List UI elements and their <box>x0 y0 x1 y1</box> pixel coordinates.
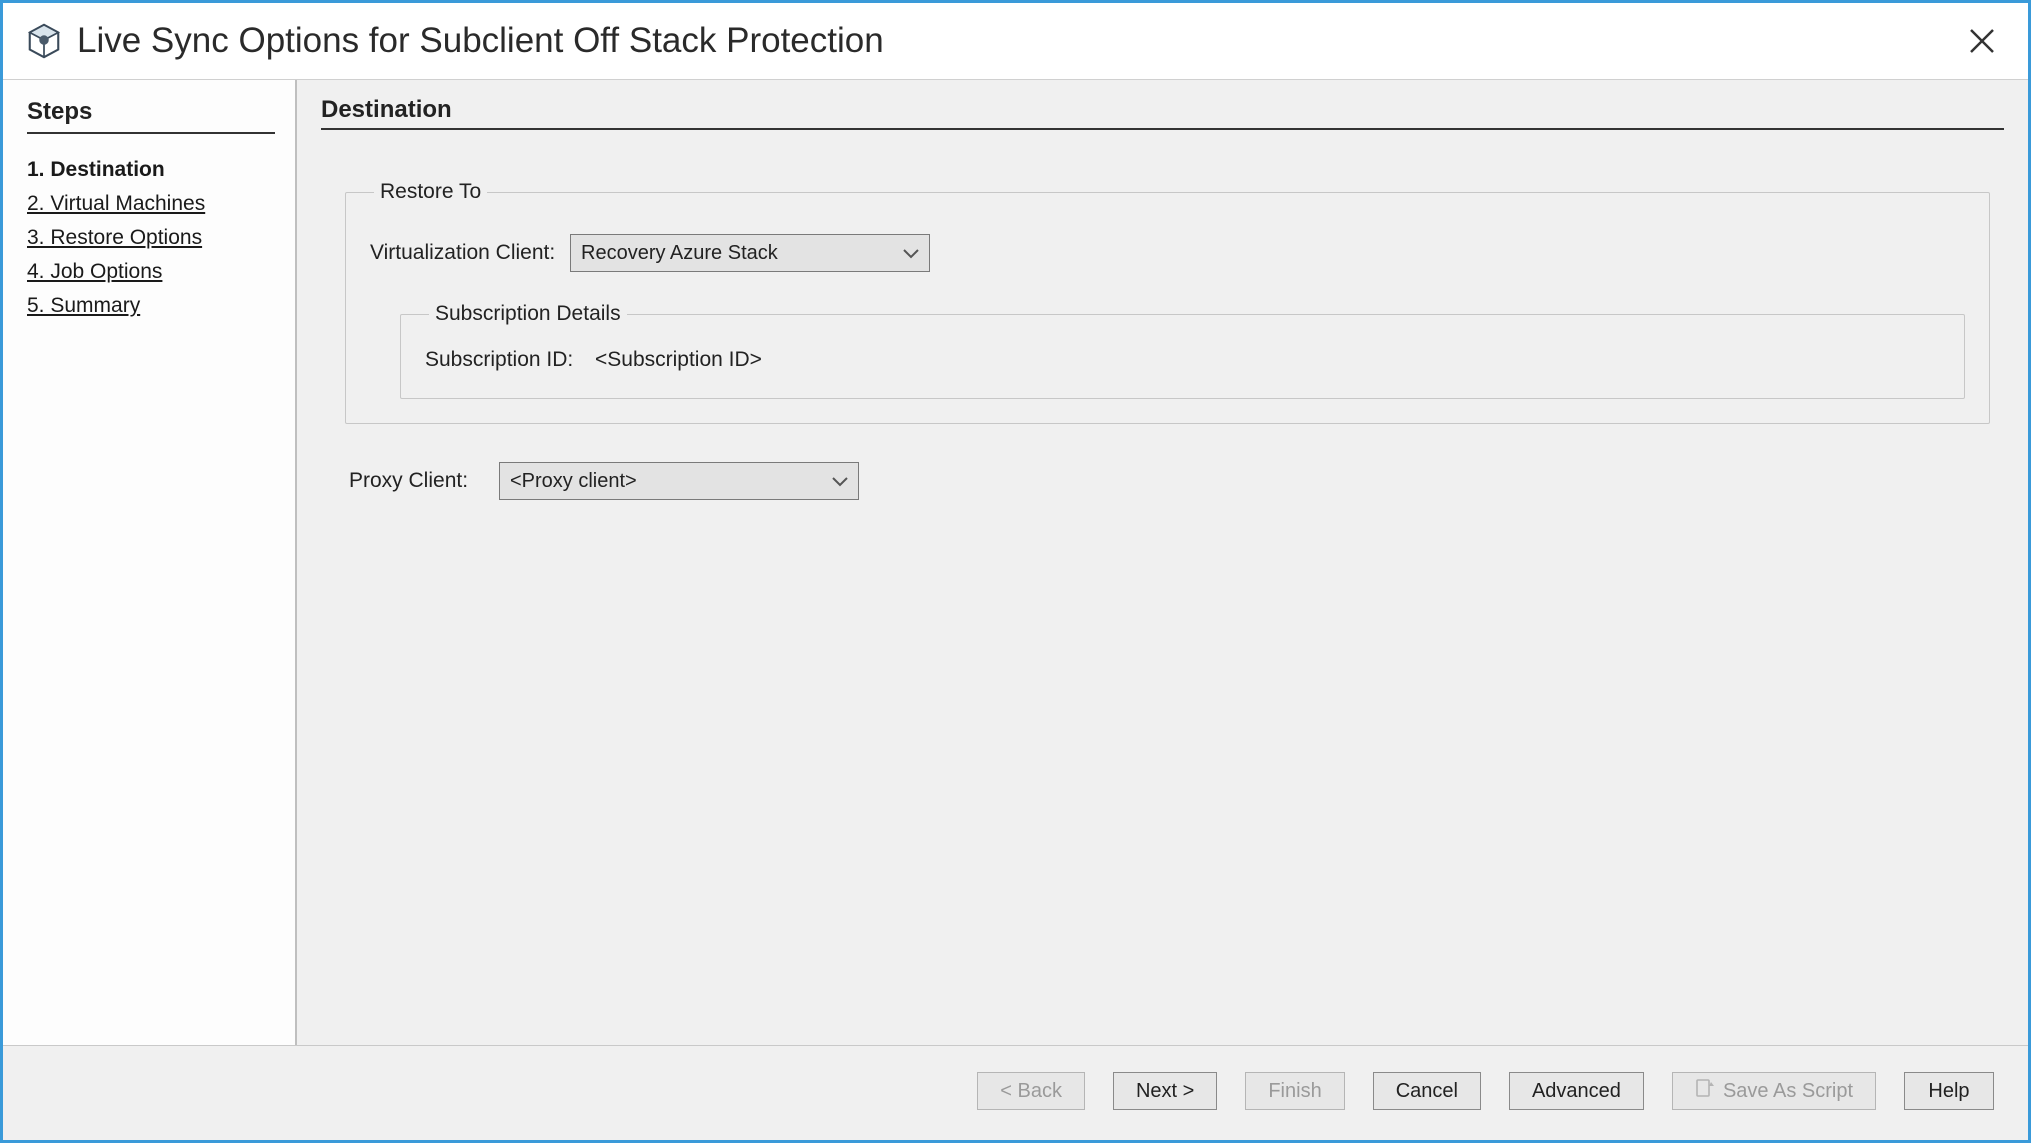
dialog-body: Steps 1. Destination 2. Virtual Machines… <box>3 79 2028 1045</box>
proxy-client-dropdown[interactable]: <Proxy client> <box>499 462 859 500</box>
step-summary[interactable]: 5. Summary <box>27 294 275 318</box>
virtualization-client-label: Virtualization Client: <box>370 241 560 265</box>
subscription-id-value: <Subscription ID> <box>595 348 762 372</box>
next-button[interactable]: Next > <box>1113 1072 1217 1110</box>
back-button[interactable]: < Back <box>977 1072 1085 1110</box>
save-as-script-button[interactable]: Save As Script <box>1672 1072 1876 1110</box>
app-icon <box>25 22 63 60</box>
chevron-down-icon <box>903 242 919 265</box>
save-as-script-label: Save As Script <box>1723 1080 1853 1103</box>
step-destination[interactable]: 1. Destination <box>27 158 275 182</box>
step-restore-options[interactable]: 3. Restore Options <box>27 226 275 250</box>
close-button[interactable] <box>1958 17 2006 65</box>
window-title: Live Sync Options for Subclient Off Stac… <box>77 21 1958 61</box>
step-job-options[interactable]: 4. Job Options <box>27 260 275 284</box>
proxy-client-value: <Proxy client> <box>510 470 637 493</box>
subscription-id-row: Subscription ID: <Subscription ID> <box>425 348 1940 372</box>
finish-button[interactable]: Finish <box>1245 1072 1344 1110</box>
steps-heading: Steps <box>27 98 275 134</box>
subscription-id-label: Subscription ID: <box>425 348 585 372</box>
subscription-details-group: Subscription Details Subscription ID: <S… <box>400 302 1965 399</box>
help-button[interactable]: Help <box>1904 1072 1994 1110</box>
button-bar: < Back Next > Finish Cancel Advanced Sav… <box>3 1045 2028 1140</box>
restore-to-group: Restore To Virtualization Client: Recove… <box>345 180 1990 424</box>
steps-sidebar: Steps 1. Destination 2. Virtual Machines… <box>3 80 297 1045</box>
script-icon <box>1695 1078 1715 1104</box>
proxy-client-row: Proxy Client: <Proxy client> <box>349 462 2004 500</box>
virtualization-client-dropdown[interactable]: Recovery Azure Stack <box>570 234 930 272</box>
proxy-client-label: Proxy Client: <box>349 469 489 493</box>
step-virtual-machines[interactable]: 2. Virtual Machines <box>27 192 275 216</box>
virtualization-client-value: Recovery Azure Stack <box>581 242 778 265</box>
titlebar: Live Sync Options for Subclient Off Stac… <box>3 3 2028 79</box>
close-icon <box>1967 26 1997 56</box>
main-panel: Destination Restore To Virtualization Cl… <box>297 80 2028 1045</box>
virtualization-client-row: Virtualization Client: Recovery Azure St… <box>370 234 1965 272</box>
cancel-button[interactable]: Cancel <box>1373 1072 1481 1110</box>
dialog-window: Live Sync Options for Subclient Off Stac… <box>0 0 2031 1143</box>
main-heading: Destination <box>321 96 2004 130</box>
subscription-details-legend: Subscription Details <box>429 302 627 326</box>
restore-to-legend: Restore To <box>374 180 487 204</box>
chevron-down-icon <box>832 470 848 493</box>
advanced-button[interactable]: Advanced <box>1509 1072 1644 1110</box>
